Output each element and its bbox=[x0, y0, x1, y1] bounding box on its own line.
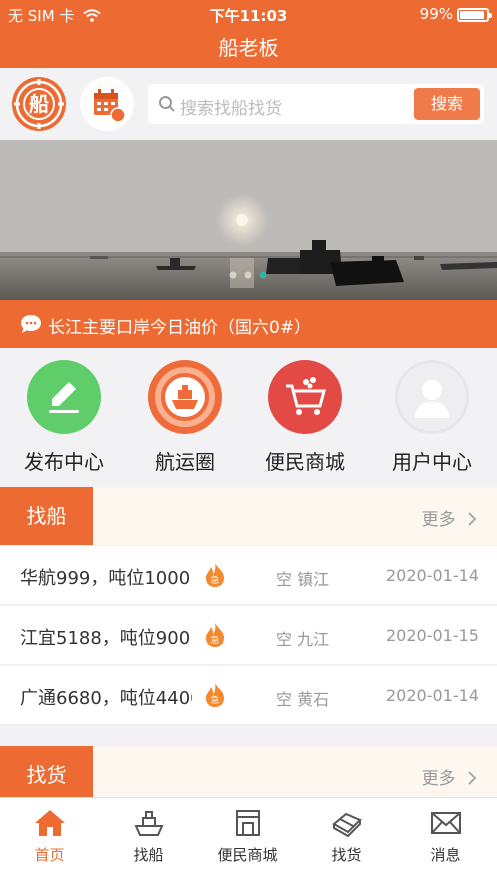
notice-text: 长江主要口岸今日油价（国六0#） bbox=[48, 318, 312, 338]
store-icon bbox=[235, 810, 260, 836]
chat-bubble-icon bbox=[21, 315, 41, 333]
logo-text: 船 bbox=[29, 92, 49, 116]
user-icon bbox=[395, 360, 469, 434]
battery-icon bbox=[457, 8, 492, 22]
svg-text:急: 急 bbox=[210, 634, 219, 646]
page-title: 船老板 bbox=[218, 36, 279, 60]
tab-label: 首页 bbox=[34, 846, 65, 864]
more-label: 更多 bbox=[421, 510, 456, 530]
urgent-badge-icon: 急 bbox=[204, 682, 226, 713]
ship-date: 2020-01-14 bbox=[386, 566, 479, 585]
ship-name: 华航999，吨位1000 bbox=[20, 568, 191, 589]
ship-status: 空 镇江 bbox=[276, 570, 330, 589]
search-button[interactable]: 搜索 bbox=[414, 88, 480, 120]
banner-carousel[interactable] bbox=[0, 140, 497, 300]
ship-icon bbox=[148, 360, 222, 434]
pen-icon bbox=[27, 360, 101, 434]
urgent-badge-icon: 急 bbox=[204, 622, 226, 653]
tab-label: 消息 bbox=[430, 846, 461, 864]
carousel-dot[interactable] bbox=[229, 271, 237, 279]
calendar-sign-button[interactable] bbox=[80, 77, 134, 131]
tab-find-cargo[interactable]: 找货 bbox=[297, 808, 396, 865]
carousel-dot-active[interactable] bbox=[259, 271, 267, 279]
tab-find-ship[interactable]: 找船 bbox=[99, 808, 198, 865]
search-row: 船 搜索找船找货 搜索 bbox=[0, 68, 497, 140]
ship-status: 空 九江 bbox=[276, 630, 330, 649]
find-ship-more-link[interactable]: 更多 bbox=[422, 505, 477, 530]
home-icon bbox=[34, 810, 65, 836]
tab-messages[interactable]: 消息 bbox=[396, 808, 495, 865]
notice-bar[interactable]: 长江主要口岸今日油价（国六0#） bbox=[0, 300, 497, 348]
cart-icon bbox=[268, 360, 342, 434]
search-input[interactable]: 搜索找船找货 bbox=[180, 94, 282, 119]
quick-nav-shipping-circle[interactable]: 航运圈 bbox=[123, 360, 247, 475]
svg-text:急: 急 bbox=[210, 694, 219, 706]
quick-nav-user-center[interactable]: 用户中心 bbox=[370, 360, 494, 475]
find-cargo-more-link[interactable]: 更多 bbox=[422, 764, 477, 789]
ship-list-item[interactable]: 江宜5188，吨位900 急 空 九江 2020-01-15 bbox=[0, 606, 497, 665]
quick-nav-label: 发布中心 bbox=[24, 450, 104, 474]
find-cargo-title: 找货 bbox=[0, 746, 93, 804]
ship-tab-icon bbox=[133, 811, 164, 836]
ship-status: 空 黄石 bbox=[276, 690, 330, 709]
find-ship-header: 找船 更多 bbox=[0, 487, 497, 545]
ship-date: 2020-01-15 bbox=[386, 626, 479, 645]
chevron-right-icon bbox=[468, 512, 477, 526]
top-bar: 无 SIM 卡 下午11:03 99% 船老板 bbox=[0, 0, 497, 68]
urgent-badge-icon: 急 bbox=[204, 562, 226, 593]
tab-mall[interactable]: 便民商城 bbox=[198, 808, 297, 865]
ship-name: 广通6680，吨位4400 bbox=[20, 688, 192, 709]
more-label: 更多 bbox=[421, 769, 456, 789]
mail-icon bbox=[430, 812, 461, 834]
battery-percent: 99% bbox=[419, 5, 453, 23]
find-cargo-header: 找货 更多 bbox=[0, 746, 497, 804]
ship-name: 江宜5188，吨位900 bbox=[20, 628, 191, 649]
find-ship-title: 找船 bbox=[0, 487, 93, 545]
status-bar: 无 SIM 卡 下午11:03 99% bbox=[0, 0, 497, 28]
search-icon bbox=[159, 96, 175, 112]
banner-image bbox=[0, 140, 497, 300]
ship-list-item[interactable]: 华航999，吨位1000 急 空 镇江 2020-01-14 bbox=[0, 546, 497, 605]
calendar-icon bbox=[94, 89, 126, 123]
quick-nav: 发布中心 航运圈 便民商城 用户中心 bbox=[0, 348, 497, 486]
quick-nav-mall[interactable]: 便民商城 bbox=[243, 360, 367, 475]
quick-nav-label: 用户中心 bbox=[392, 450, 472, 474]
tab-home[interactable]: 首页 bbox=[0, 808, 99, 865]
svg-text:急: 急 bbox=[210, 574, 219, 586]
ship-list-item[interactable]: 广通6680，吨位4400 急 空 黄石 2020-01-14 bbox=[0, 666, 497, 725]
tab-label: 找货 bbox=[331, 846, 362, 864]
chevron-right-icon bbox=[468, 771, 477, 785]
carousel-dot[interactable] bbox=[244, 271, 252, 279]
tab-bar: 首页 找船 便民商城 找货 消息 bbox=[0, 797, 497, 883]
cargo-icon bbox=[331, 812, 362, 838]
tab-label: 便民商城 bbox=[217, 846, 278, 864]
search-bar[interactable]: 搜索找船找货 搜索 bbox=[148, 84, 484, 124]
app-logo[interactable]: 船 bbox=[12, 77, 66, 131]
ship-date: 2020-01-14 bbox=[386, 686, 479, 705]
quick-nav-label: 航运圈 bbox=[155, 450, 215, 474]
quick-nav-publish[interactable]: 发布中心 bbox=[2, 360, 126, 475]
tab-label: 找船 bbox=[133, 846, 164, 864]
quick-nav-label: 便民商城 bbox=[265, 450, 345, 474]
